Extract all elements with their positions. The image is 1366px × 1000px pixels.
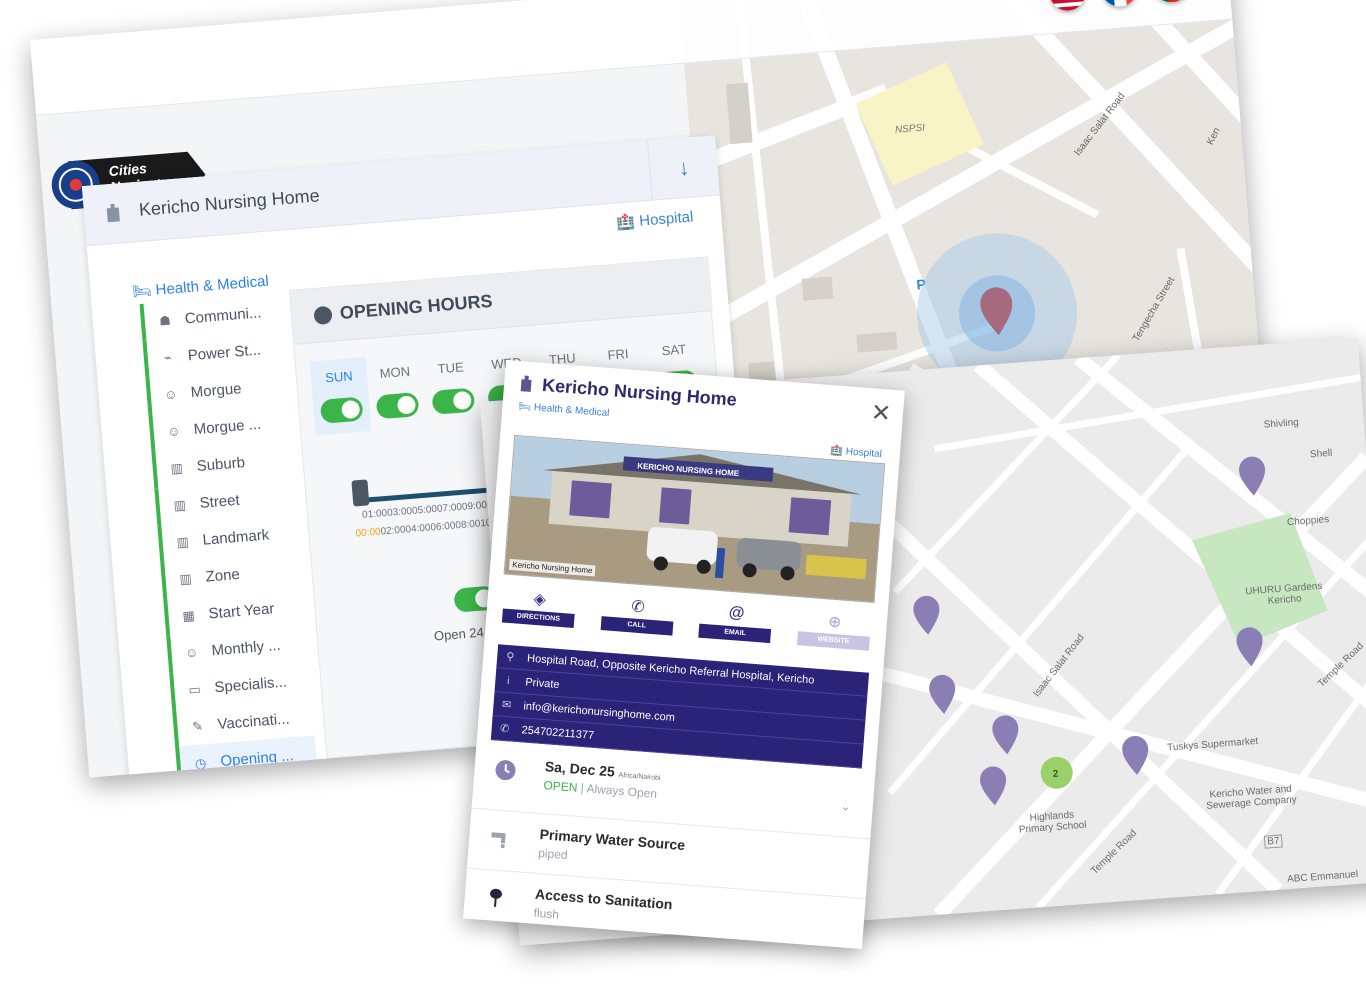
directions-label: DIRECTIONS (501, 608, 575, 628)
tap-icon (491, 832, 506, 849)
map-label-shell: Shell (1309, 447, 1333, 461)
chevron-down-icon[interactable]: ⌄ (840, 799, 851, 814)
day-tue[interactable]: TUE (421, 348, 483, 426)
plug-icon: ⌁ (163, 349, 173, 365)
stage: NSPSI P Isaac Salat Road Tengecha Street… (0, 0, 1366, 1000)
clock-icon (495, 760, 516, 781)
info-icon: i (506, 674, 511, 687)
side-item-label: Morgue (190, 380, 243, 402)
day-label: MON (379, 363, 411, 382)
globe-icon: ⊕ (827, 613, 843, 632)
day-toggle[interactable] (319, 396, 364, 424)
calendar-icon: ▦ (181, 607, 196, 624)
sanitation-value: flush (533, 905, 560, 922)
opening-hours-title: OPENING HOURS (339, 290, 494, 323)
attribute-list: ☗ Communi... ⌁ Power St... ☺ Morgue ☺ Morgue… (139, 292, 318, 778)
popup-type-label: Hospital (845, 446, 883, 461)
bed-icon: ▭ (187, 680, 202, 697)
directions-button[interactable]: ◈ DIRECTIONS (500, 586, 579, 628)
clock-icon (313, 305, 333, 325)
france-flag-icon[interactable] (1099, 0, 1139, 8)
side-item-label: Zone (204, 565, 241, 586)
day-label: TUE (437, 359, 465, 377)
person-icon: ☺ (166, 423, 182, 440)
popup-category-label: Health & Medical (533, 402, 610, 420)
close-icon[interactable]: ✕ (870, 398, 892, 428)
day-label: FRI (607, 346, 630, 363)
website-button[interactable]: ⊕ WEBSITE (795, 609, 874, 651)
buildings-icon: ▥ (170, 459, 184, 476)
phone-icon: ✆ (499, 722, 510, 736)
timeline-handle[interactable] (351, 479, 370, 507)
day-toggle[interactable] (375, 392, 420, 420)
building-icon (106, 203, 120, 223)
type-badge: 🏥 Hospital (615, 208, 695, 232)
status-date-text: Sa, Dec 25 (544, 758, 616, 780)
type-label: Hospital (638, 208, 695, 230)
phone-icon: ✆ (630, 598, 646, 617)
water-source-value: piped (537, 845, 569, 863)
day-label: SAT (661, 341, 687, 359)
place-photo[interactable]: KERICHO NURSING HOME Kericho Nursing Hom… (503, 434, 886, 603)
day-mon[interactable]: MON (366, 353, 428, 431)
side-item-label: Monthly ... (210, 636, 282, 660)
popup-category: 🛏 Health & Medical (518, 401, 610, 420)
side-item-label: Morgue ... (193, 415, 262, 439)
side-item-label: Specialis... (213, 673, 288, 697)
popup-type: 🏥 Hospital (830, 445, 883, 461)
building-icon (520, 375, 532, 392)
people-icon: ☗ (158, 312, 172, 329)
side-item-label: Opening ... (219, 747, 295, 771)
open-status-badge: OPEN (542, 778, 578, 795)
day-label: SUN (324, 368, 354, 386)
side-item-label: Power St... (187, 341, 262, 365)
collapse-button[interactable]: ↓ (647, 135, 720, 201)
day-toggle[interactable] (431, 387, 476, 415)
syringe-icon: ✎ (191, 717, 204, 734)
clock-icon: ◷ (194, 754, 207, 771)
opening-hours-header: OPENING HOURS (289, 257, 713, 345)
language-switcher (1048, 0, 1191, 13)
status-detail: | Always Open (580, 781, 658, 801)
side-item-label: Landmark (201, 526, 270, 549)
phone-text: 254702211377 (521, 723, 595, 742)
side-item-label: Communi... (184, 304, 262, 328)
place-popup: Kericho Nursing Home ✕ 🛏 Health & Medica… (463, 360, 905, 950)
call-label: CALL (600, 616, 674, 636)
plunger-icon (490, 888, 503, 907)
ownership-text: Private (524, 675, 560, 691)
day-sun[interactable]: SUN (309, 357, 372, 436)
arrow-down-icon: ↓ (677, 154, 691, 181)
directions-icon: ◈ (532, 590, 547, 609)
status-timezone: Africa/Nairobi (618, 771, 661, 783)
buildings-icon: ▥ (178, 570, 193, 587)
side-item-label: Vaccinati... (216, 710, 291, 734)
buildings-icon: ▥ (175, 533, 190, 550)
at-icon: @ (728, 603, 746, 623)
email-label: EMAIL (698, 623, 772, 644)
call-button[interactable]: ✆ CALL (598, 594, 677, 636)
side-item-label: Suburb (196, 454, 246, 475)
mail-icon: ✉ (501, 698, 512, 712)
portugal-flag-icon[interactable] (1151, 0, 1191, 4)
email-button[interactable]: @ EMAIL (697, 602, 776, 644)
side-item-label: Start Year (207, 600, 275, 623)
side-item-label: Street (199, 491, 241, 512)
pin-icon: ⚲ (505, 650, 515, 664)
person-icon: ☺ (184, 644, 199, 661)
website-label: WEBSITE (796, 631, 870, 651)
panel-title: Kericho Nursing Home (138, 185, 321, 220)
road-shield-b7: B7 (1263, 834, 1284, 849)
us-flag-icon[interactable] (1048, 0, 1087, 13)
timeline-start-tick: 00:00 (355, 526, 382, 540)
buildings-icon: ▥ (172, 496, 187, 513)
person-icon: ☺ (163, 386, 179, 403)
